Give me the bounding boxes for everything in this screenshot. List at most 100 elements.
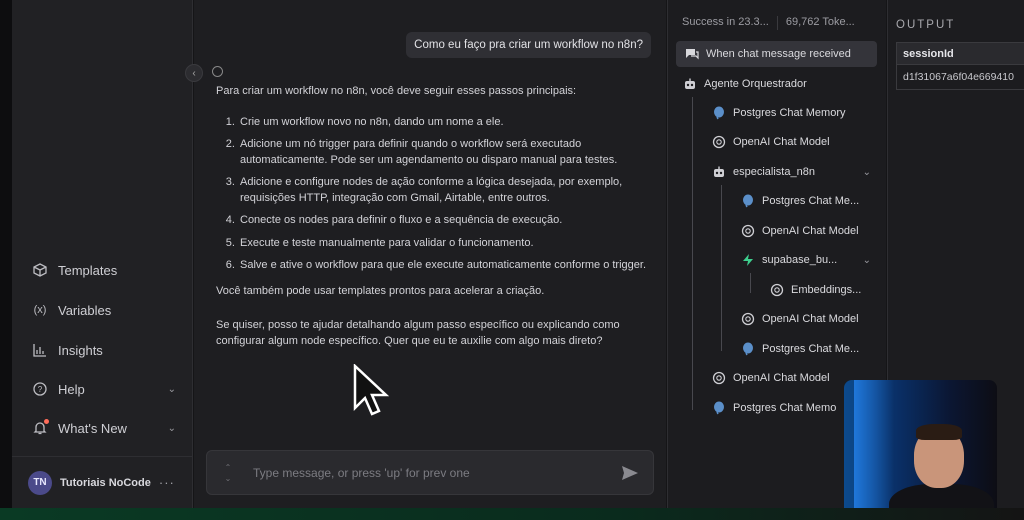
sidebar: Templates (x) Variables Insights ? Help …: [12, 0, 193, 508]
sidebar-item-label: Insights: [58, 342, 103, 358]
list-item: Crie um workflow novo no n8n, dando um n…: [238, 115, 646, 131]
node-label: supabase_bu...: [762, 254, 838, 266]
clock-icon: [212, 66, 223, 77]
reply-paragraph: Se quiser, posso te ajudar detalhando al…: [216, 319, 620, 347]
openai-icon: [711, 370, 727, 386]
log-node[interactable]: OpenAI Chat Model: [740, 218, 880, 244]
help-icon: ?: [32, 381, 48, 397]
sidebar-item-label: Help: [58, 381, 85, 397]
webcam-overlay: [844, 380, 997, 520]
send-icon[interactable]: [619, 462, 641, 484]
reply-paragraph: Você também pode usar templates prontos …: [216, 284, 545, 297]
log-node[interactable]: supabase_bu... ⌄: [740, 247, 871, 273]
robot-icon: [682, 76, 698, 92]
supabase-icon: [740, 252, 756, 268]
sidebar-item-insights[interactable]: Insights: [32, 342, 182, 358]
chart-icon: [32, 342, 48, 358]
collapse-sidebar-button[interactable]: ‹: [185, 64, 203, 82]
postgres-icon: [711, 400, 727, 416]
openai-icon: [740, 311, 756, 327]
node-label: Postgres Chat Memory: [733, 107, 846, 119]
openai-icon: [769, 282, 785, 298]
tree-line: [721, 185, 722, 351]
node-label: OpenAI Chat Model: [762, 225, 859, 237]
sidebar-item-templates[interactable]: Templates: [32, 262, 182, 278]
node-label: Postgres Chat Memo: [733, 402, 837, 414]
log-node[interactable]: Embeddings...: [769, 277, 879, 303]
postgres-icon: [711, 105, 727, 121]
notification-dot: [44, 419, 49, 424]
postgres-icon: [740, 341, 756, 357]
app-root: Templates (x) Variables Insights ? Help …: [0, 0, 1024, 520]
table-cell[interactable]: d1f31067a6f04e669410: [897, 65, 1024, 89]
sidebar-item-whats-new[interactable]: What's New ⌄: [32, 419, 182, 436]
reply-intro: Para criar um workflow no n8n, você deve…: [216, 85, 577, 97]
chevron-down-icon[interactable]: ⌄: [863, 255, 871, 266]
execution-status: Success in 23.3...: [682, 16, 769, 28]
list-item: Adicione um nó trigger para definir quan…: [238, 137, 646, 168]
node-label: OpenAI Chat Model: [733, 372, 830, 384]
user-name: Tutoriais NoCode: [60, 476, 151, 489]
list-item: Adicione e configure nodes de ação confo…: [238, 175, 646, 206]
chat-icon: [684, 46, 700, 62]
more-icon[interactable]: ···: [159, 475, 175, 490]
node-label: Embeddings...: [791, 284, 862, 296]
node-label: Postgres Chat Me...: [762, 343, 860, 355]
log-node[interactable]: OpenAI Chat Model: [740, 306, 880, 332]
log-node[interactable]: OpenAI Chat Model: [711, 129, 881, 155]
history-arrows-icon: ⌃ ⌄: [224, 462, 232, 483]
node-label: OpenAI Chat Model: [733, 136, 830, 148]
avatar: TN: [28, 470, 52, 495]
log-node[interactable]: Postgres Chat Me...: [740, 336, 880, 362]
sidebar-item-label: Variables: [58, 302, 112, 318]
list-item: Salve e ative o workflow para que ele ex…: [238, 258, 646, 274]
list-item: Execute e teste manualmente para validar…: [238, 236, 646, 252]
tree-line: [692, 97, 693, 410]
sidebar-item-help[interactable]: ? Help ⌄: [32, 381, 182, 397]
box-icon: [32, 262, 48, 278]
divider: [776, 16, 778, 30]
bell-icon: [32, 419, 49, 436]
svg-text:?: ?: [38, 385, 43, 394]
user-menu[interactable]: TN Tutoriais NoCode ···: [12, 456, 192, 508]
mouse-cursor-icon: [353, 364, 390, 416]
openai-icon: [711, 134, 727, 150]
chat-input-box: ⌃ ⌄: [206, 450, 654, 495]
log-node[interactable]: especialista_n8n ⌄: [711, 159, 871, 185]
log-node[interactable]: Postgres Chat Memory: [711, 100, 881, 126]
tree-line: [750, 273, 751, 293]
presenter-hair: [916, 424, 962, 440]
postgres-icon: [740, 193, 756, 209]
log-node[interactable]: When chat message received: [676, 41, 877, 67]
background-strip: [0, 508, 1024, 520]
output-title: OUTPUT: [896, 19, 956, 31]
list-item: Conecte os nodes para definir o fluxo e …: [238, 213, 646, 229]
sidebar-item-label: Templates: [58, 262, 118, 278]
backlight: [854, 380, 894, 520]
openai-icon: [740, 223, 756, 239]
column-header: sessionId: [897, 43, 1024, 65]
node-label: Postgres Chat Me...: [762, 195, 860, 207]
node-label: Agente Orquestrador: [704, 78, 807, 90]
sidebar-item-label: What's New: [58, 420, 127, 436]
token-count: 69,762 Toke...: [785, 16, 855, 28]
chevron-down-icon[interactable]: ⌄: [863, 167, 871, 178]
node-label: OpenAI Chat Model: [762, 313, 859, 325]
chevron-down-icon: ⌄: [167, 383, 176, 395]
user-message: Como eu faço pra criar um workflow no n8…: [406, 32, 651, 58]
window-edge: [0, 0, 12, 520]
node-label: especialista_n8n: [733, 166, 815, 178]
reply-steps: Crie um workflow novo no n8n, dando um n…: [216, 115, 646, 274]
log-node[interactable]: Agente Orquestrador: [682, 71, 862, 97]
execution-summary: Success in 23.3... 69,762 Toke...: [682, 16, 886, 30]
output-table: sessionId d1f31067a6f04e669410: [896, 42, 1024, 90]
assistant-message: Para criar um workflow no n8n, você deve…: [216, 84, 646, 349]
variable-icon: (x): [33, 304, 47, 316]
chevron-down-icon: ⌄: [167, 422, 176, 434]
node-label: When chat message received: [706, 48, 851, 60]
sidebar-item-variables[interactable]: (x) Variables: [32, 302, 182, 318]
chat-panel: ‹ Como eu faço pra criar um workflow no …: [185, 0, 666, 508]
log-node[interactable]: Postgres Chat Me...: [740, 188, 880, 214]
robot-icon: [711, 164, 727, 180]
chat-input[interactable]: [253, 465, 619, 480]
